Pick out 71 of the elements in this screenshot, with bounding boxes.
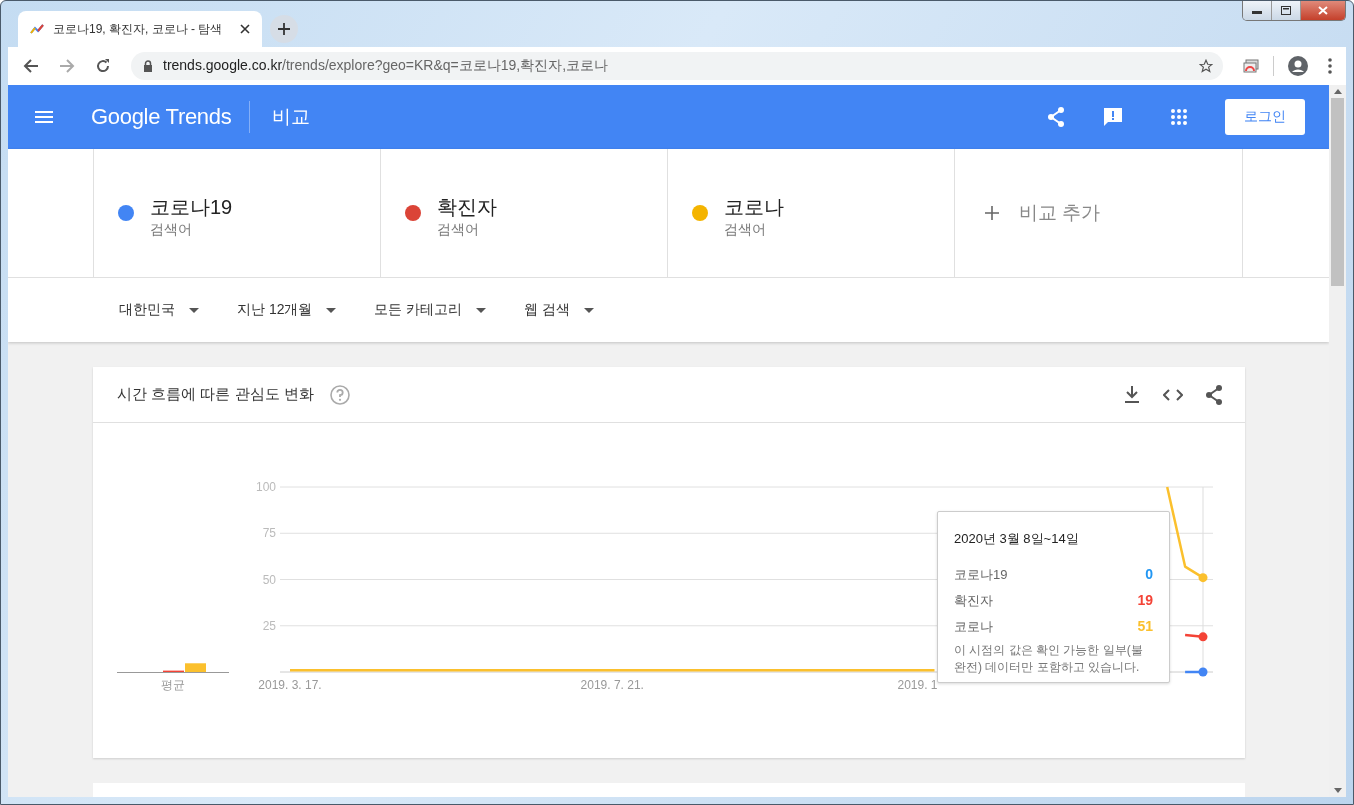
tooltip-note: 이 시점의 값은 확인 가능한 일부(불완전) 데이터만 포함하고 있습니다. [954, 642, 1144, 676]
caret-icon [476, 307, 487, 313]
term-name: 확진자 [437, 194, 497, 220]
y-axis-label: 25 [262, 618, 276, 633]
term-name: 코로나19 [150, 194, 233, 220]
tooltip-term: 확진자 [954, 592, 993, 610]
add-compare-button[interactable]: 비교 추가 [954, 149, 1243, 277]
data-point [1198, 573, 1208, 583]
term-type: 검색어 [437, 220, 480, 239]
filter-dropdown[interactable]: 대한민국 [119, 301, 199, 319]
scroll-down-icon[interactable] [1333, 788, 1342, 793]
reload-icon[interactable] [95, 58, 111, 74]
term-type: 검색어 [150, 220, 193, 239]
card-title: 시간 흐름에 따른 관심도 변화 [117, 385, 314, 404]
search-term-card[interactable]: 확진자 검색어 [380, 149, 667, 277]
x-axis-label: 2019. 1 [897, 678, 938, 692]
logo[interactable]: Google Trends [91, 104, 232, 130]
apps-icon[interactable] [1171, 109, 1187, 125]
menu-icon[interactable] [35, 111, 53, 123]
share-icon[interactable] [1205, 384, 1223, 405]
scrollbar-thumb[interactable] [1331, 98, 1344, 286]
term-name: 코로나 [724, 194, 784, 220]
caret-icon [584, 307, 595, 313]
restore-icon [1281, 6, 1291, 15]
data-point [1198, 667, 1208, 677]
term-type: 검색어 [724, 220, 767, 239]
search-term-card[interactable]: 코로나 검색어 [667, 149, 954, 277]
plus-icon [278, 23, 290, 35]
plus-icon [985, 206, 999, 220]
more-icon[interactable] [1328, 58, 1332, 74]
page-title: 비교 [272, 105, 311, 129]
close-icon [1318, 6, 1328, 15]
embed-code-icon[interactable] [1163, 388, 1183, 401]
y-axis-label: 100 [255, 480, 276, 494]
star-icon[interactable] [1199, 59, 1213, 73]
tooltip-value: 0 [1145, 566, 1153, 584]
caret-icon [326, 307, 337, 313]
x-axis-label: 2019. 3. 17. [258, 678, 322, 692]
search-term-card[interactable]: 코로나19 검색어 [93, 149, 380, 277]
trend-icon [30, 22, 44, 36]
tooltip-term: 코로나 [954, 618, 993, 636]
y-axis-label: 50 [262, 572, 276, 587]
download-icon[interactable] [1125, 386, 1139, 403]
x-axis-label: 2019. 7. 21. [580, 678, 644, 692]
login-button[interactable]: 로그인 [1225, 99, 1305, 135]
tab-title: 코로나19, 확진자, 코로나 - 탐색 [53, 20, 224, 38]
new-tab-button[interactable] [270, 15, 298, 43]
tooltip-value: 51 [1137, 618, 1153, 636]
address-bar[interactable]: trends.google.co.kr/trends/explore?geo=KR&q=코로나19,확진자,코로나 [131, 52, 1223, 80]
lock-icon [143, 60, 153, 72]
tooltip-date: 2020년 3월 8일~14일 [954, 530, 1080, 548]
average-label: 평균 [161, 678, 185, 692]
feedback-icon[interactable] [1103, 107, 1123, 127]
filter-dropdown[interactable]: 지난 12개월 [237, 301, 337, 319]
window-controls[interactable] [1242, 1, 1346, 21]
average-bars [163, 663, 206, 672]
browser-tab[interactable]: 코로나19, 확진자, 코로나 - 탐색 [18, 11, 262, 47]
filter-dropdown[interactable]: 모든 카테고리 [374, 301, 487, 319]
filter-dropdown[interactable]: 웹 검색 [524, 301, 595, 319]
caret-icon [189, 307, 199, 313]
data-point [1198, 632, 1208, 642]
tooltip-value: 19 [1137, 592, 1153, 610]
cast-icon[interactable] [1243, 59, 1259, 73]
url-text: trends.google.co.kr/trends/explore?geo=KR&q=코로나19,확진자,코로나 [163, 57, 610, 75]
share-icon[interactable] [1047, 107, 1065, 127]
tooltip-term: 코로나19 [954, 566, 1008, 584]
profile-icon[interactable] [1288, 56, 1308, 76]
back-icon[interactable] [23, 58, 39, 74]
scroll-up-icon[interactable] [1333, 89, 1342, 94]
close-icon[interactable] [240, 24, 250, 34]
y-axis-label: 75 [262, 526, 276, 541]
